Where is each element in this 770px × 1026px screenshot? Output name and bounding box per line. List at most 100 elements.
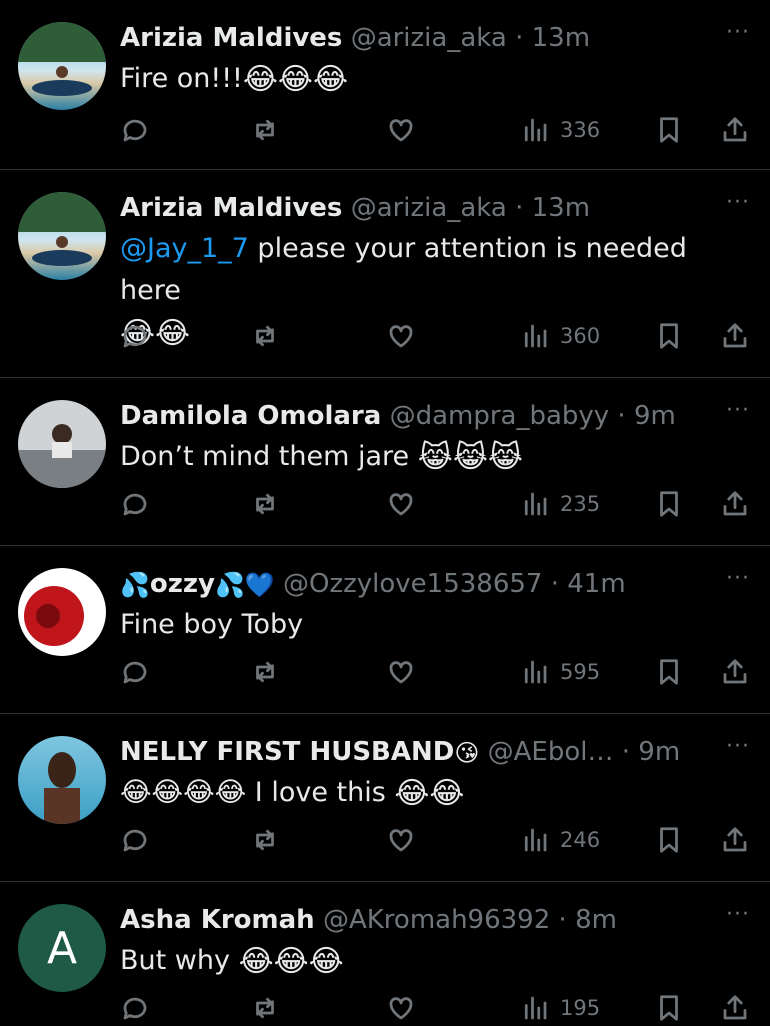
share-icon bbox=[723, 659, 747, 684]
reply-button[interactable] bbox=[120, 654, 150, 690]
like-button[interactable] bbox=[386, 318, 416, 354]
tweet-actions: 246 bbox=[120, 822, 760, 858]
avatar[interactable] bbox=[18, 192, 106, 280]
share-button[interactable] bbox=[720, 318, 750, 354]
share-icon bbox=[723, 995, 747, 1020]
handle[interactable]: @Ozzylove1538657 bbox=[283, 569, 542, 599]
share-button[interactable] bbox=[720, 990, 750, 1026]
timestamp[interactable]: 9m bbox=[634, 401, 676, 431]
reply-button[interactable] bbox=[120, 318, 150, 354]
tweet[interactable]: 💦ozzy💦💙 @Ozzylove1538657 · 41m ··· Fine … bbox=[0, 546, 770, 714]
avatar[interactable]: A bbox=[18, 904, 106, 992]
handle[interactable]: @arizia_aka bbox=[351, 193, 507, 223]
timestamp[interactable]: 9m bbox=[638, 737, 680, 767]
more-options-icon[interactable]: ··· bbox=[726, 734, 750, 759]
share-button[interactable] bbox=[720, 486, 750, 522]
reply-button[interactable] bbox=[120, 486, 150, 522]
tweet[interactable]: A Asha Kromah @AKromah96392 · 8m ··· But… bbox=[0, 882, 770, 1024]
bookmark-button[interactable] bbox=[654, 990, 684, 1026]
timestamp[interactable]: 41m bbox=[567, 569, 625, 599]
tweet-text: Fine boy Toby bbox=[120, 604, 750, 646]
like-button[interactable] bbox=[386, 990, 416, 1026]
tweet[interactable]: Arizia Maldives @arizia_aka · 13m ··· @J… bbox=[0, 170, 770, 378]
timestamp[interactable]: 8m bbox=[575, 905, 617, 935]
avatar-image bbox=[18, 424, 106, 488]
more-options-icon[interactable]: ··· bbox=[726, 566, 750, 591]
emoji: 😹😹😹 bbox=[417, 439, 523, 475]
reply-icon bbox=[123, 119, 147, 142]
retweet-icon bbox=[256, 493, 274, 515]
more-options-icon[interactable]: ··· bbox=[726, 190, 750, 215]
reply-icon bbox=[123, 493, 147, 516]
views-button[interactable]: 360 bbox=[520, 318, 600, 354]
share-button[interactable] bbox=[720, 112, 750, 148]
avatar-image bbox=[18, 22, 106, 96]
display-name[interactable]: NELLY FIRST HUSBAND 😘 bbox=[120, 737, 479, 767]
bookmark-button[interactable] bbox=[654, 486, 684, 522]
emoji: 😂😂 bbox=[394, 775, 465, 811]
avatar[interactable] bbox=[18, 22, 106, 110]
tweet-header: Damilola Omolara @dampra_babyy · 9m bbox=[120, 401, 676, 431]
mention-link[interactable]: @Jay_1_7 bbox=[120, 233, 249, 264]
bookmark-button[interactable] bbox=[654, 112, 684, 148]
share-button[interactable] bbox=[720, 654, 750, 690]
views-button[interactable]: 246 bbox=[520, 822, 600, 858]
view-count: 235 bbox=[560, 492, 601, 516]
like-button[interactable] bbox=[386, 486, 416, 522]
views-button[interactable]: 595 bbox=[520, 654, 600, 690]
retweet-icon bbox=[256, 829, 274, 851]
analytics-icon bbox=[524, 324, 547, 348]
share-button[interactable] bbox=[720, 822, 750, 858]
avatar-image bbox=[24, 586, 84, 646]
views-button[interactable]: 195 bbox=[520, 990, 600, 1026]
heart-icon bbox=[389, 493, 413, 516]
handle[interactable]: @arizia_aka bbox=[351, 23, 507, 53]
like-button[interactable] bbox=[386, 112, 416, 148]
bookmark-icon bbox=[660, 995, 678, 1021]
reply-button[interactable] bbox=[120, 112, 150, 148]
views-button[interactable]: 235 bbox=[520, 486, 600, 522]
bookmark-icon bbox=[660, 827, 678, 853]
retweet-button[interactable] bbox=[250, 486, 280, 522]
handle[interactable]: @dampra_babyy bbox=[390, 401, 610, 431]
tweet-header: NELLY FIRST HUSBAND 😘 @AEbol… · 9m bbox=[120, 734, 680, 771]
tweet[interactable]: Damilola Omolara @dampra_babyy · 9m ··· … bbox=[0, 378, 770, 546]
bookmark-button[interactable] bbox=[654, 318, 684, 354]
handle[interactable]: @AKromah96392 bbox=[323, 905, 550, 935]
more-options-icon[interactable]: ··· bbox=[726, 20, 750, 45]
retweet-button[interactable] bbox=[250, 318, 280, 354]
name-emoji-suffix: 😘 bbox=[454, 738, 480, 767]
timestamp[interactable]: 13m bbox=[532, 193, 590, 223]
more-options-icon[interactable]: ··· bbox=[726, 902, 750, 927]
views-button[interactable]: 336 bbox=[520, 112, 600, 148]
avatar[interactable] bbox=[18, 400, 106, 488]
reply-button[interactable] bbox=[120, 822, 150, 858]
bookmark-button[interactable] bbox=[654, 654, 684, 690]
tweet[interactable]: Arizia Maldives @arizia_aka · 13m ··· Fi… bbox=[0, 0, 770, 170]
reply-icon bbox=[123, 997, 147, 1020]
bookmark-button[interactable] bbox=[654, 822, 684, 858]
heart-icon bbox=[389, 661, 413, 684]
retweet-button[interactable] bbox=[250, 990, 280, 1026]
display-name[interactable]: Asha Kromah bbox=[120, 905, 315, 935]
retweet-button[interactable] bbox=[250, 112, 280, 148]
timestamp[interactable]: 13m bbox=[532, 23, 590, 53]
display-name[interactable]: 💦ozzy💦💙 bbox=[120, 569, 275, 599]
more-options-icon[interactable]: ··· bbox=[726, 398, 750, 423]
name-emoji: 💦 bbox=[120, 570, 150, 599]
display-name[interactable]: Damilola Omolara bbox=[120, 401, 381, 431]
tweet-text: 😂😂😂😂 I love this 😂😂 bbox=[120, 772, 750, 815]
heart-icon bbox=[389, 119, 413, 142]
handle[interactable]: @AEbol… bbox=[488, 737, 614, 767]
avatar[interactable] bbox=[18, 736, 106, 824]
retweet-button[interactable] bbox=[250, 654, 280, 690]
like-button[interactable] bbox=[386, 822, 416, 858]
retweet-button[interactable] bbox=[250, 822, 280, 858]
avatar[interactable] bbox=[18, 568, 106, 656]
display-name[interactable]: Arizia Maldives bbox=[120, 23, 342, 53]
display-name[interactable]: Arizia Maldives bbox=[120, 193, 342, 223]
like-button[interactable] bbox=[386, 654, 416, 690]
reply-icon bbox=[123, 325, 147, 348]
reply-button[interactable] bbox=[120, 990, 150, 1026]
tweet[interactable]: NELLY FIRST HUSBAND 😘 @AEbol… · 9m ··· 😂… bbox=[0, 714, 770, 882]
